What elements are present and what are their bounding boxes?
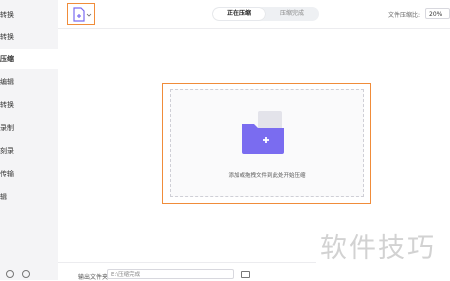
sidebar-item-burn[interactable]: 刻录 <box>0 141 58 161</box>
sidebar-item-convert[interactable]: 转换 <box>0 5 58 25</box>
sidebar-item-label: 转换 <box>0 101 14 109</box>
sidebar-item-label: 转换 <box>0 11 14 19</box>
sidebar-item-transfer[interactable]: 传输 <box>0 164 58 184</box>
sidebar-item-convert-2[interactable]: 转换 <box>0 27 58 47</box>
status-tabs: 正在压缩 压缩完成 <box>212 7 319 21</box>
sidebar-item-label: 传输 <box>0 170 14 178</box>
sidebar-item-label: 录制 <box>0 124 14 132</box>
watermark-text: 软件技巧 <box>320 233 436 264</box>
sidebar-item-label: 刻录 <box>0 147 14 155</box>
add-file-button[interactable] <box>67 3 95 25</box>
sidebar-item-edit[interactable]: 编辑 <box>0 72 58 92</box>
sidebar-item-record[interactable]: 录制 <box>0 118 58 138</box>
sidebar-item-label: 编辑 <box>0 78 14 86</box>
sidebar-item-compress[interactable]: 压缩 <box>0 49 58 69</box>
dropzone-hint: 添加或拖拽文件到此处开始压缩 <box>228 173 306 179</box>
tab-completed[interactable]: 压缩完成 <box>266 8 318 20</box>
folder-icon[interactable] <box>241 271 250 278</box>
output-folder-path[interactable]: E:\压缩完成 <box>107 269 234 279</box>
tab-compressing[interactable]: 正在压缩 <box>213 8 265 20</box>
sidebar-item-label: 转换 <box>0 33 14 41</box>
settings-icon[interactable] <box>22 270 30 278</box>
help-icon[interactable] <box>6 270 14 278</box>
sidebar-item-edit-2[interactable]: 辑 <box>0 187 58 207</box>
folder-plus-icon[interactable] <box>240 110 290 158</box>
sidebar-item-convert-3[interactable]: 转换 <box>0 95 58 115</box>
sidebar: 转换 转换 压缩 编辑 转换 录制 刻录 传输 辑 <box>0 0 59 280</box>
sidebar-item-label: 压缩 <box>0 55 14 63</box>
compression-ratio-select[interactable]: 20% <box>425 8 450 19</box>
chevron-down-icon[interactable] <box>86 12 92 18</box>
sidebar-item-label: 辑 <box>0 193 7 201</box>
compression-ratio-label: 文件压缩比: <box>388 12 421 19</box>
